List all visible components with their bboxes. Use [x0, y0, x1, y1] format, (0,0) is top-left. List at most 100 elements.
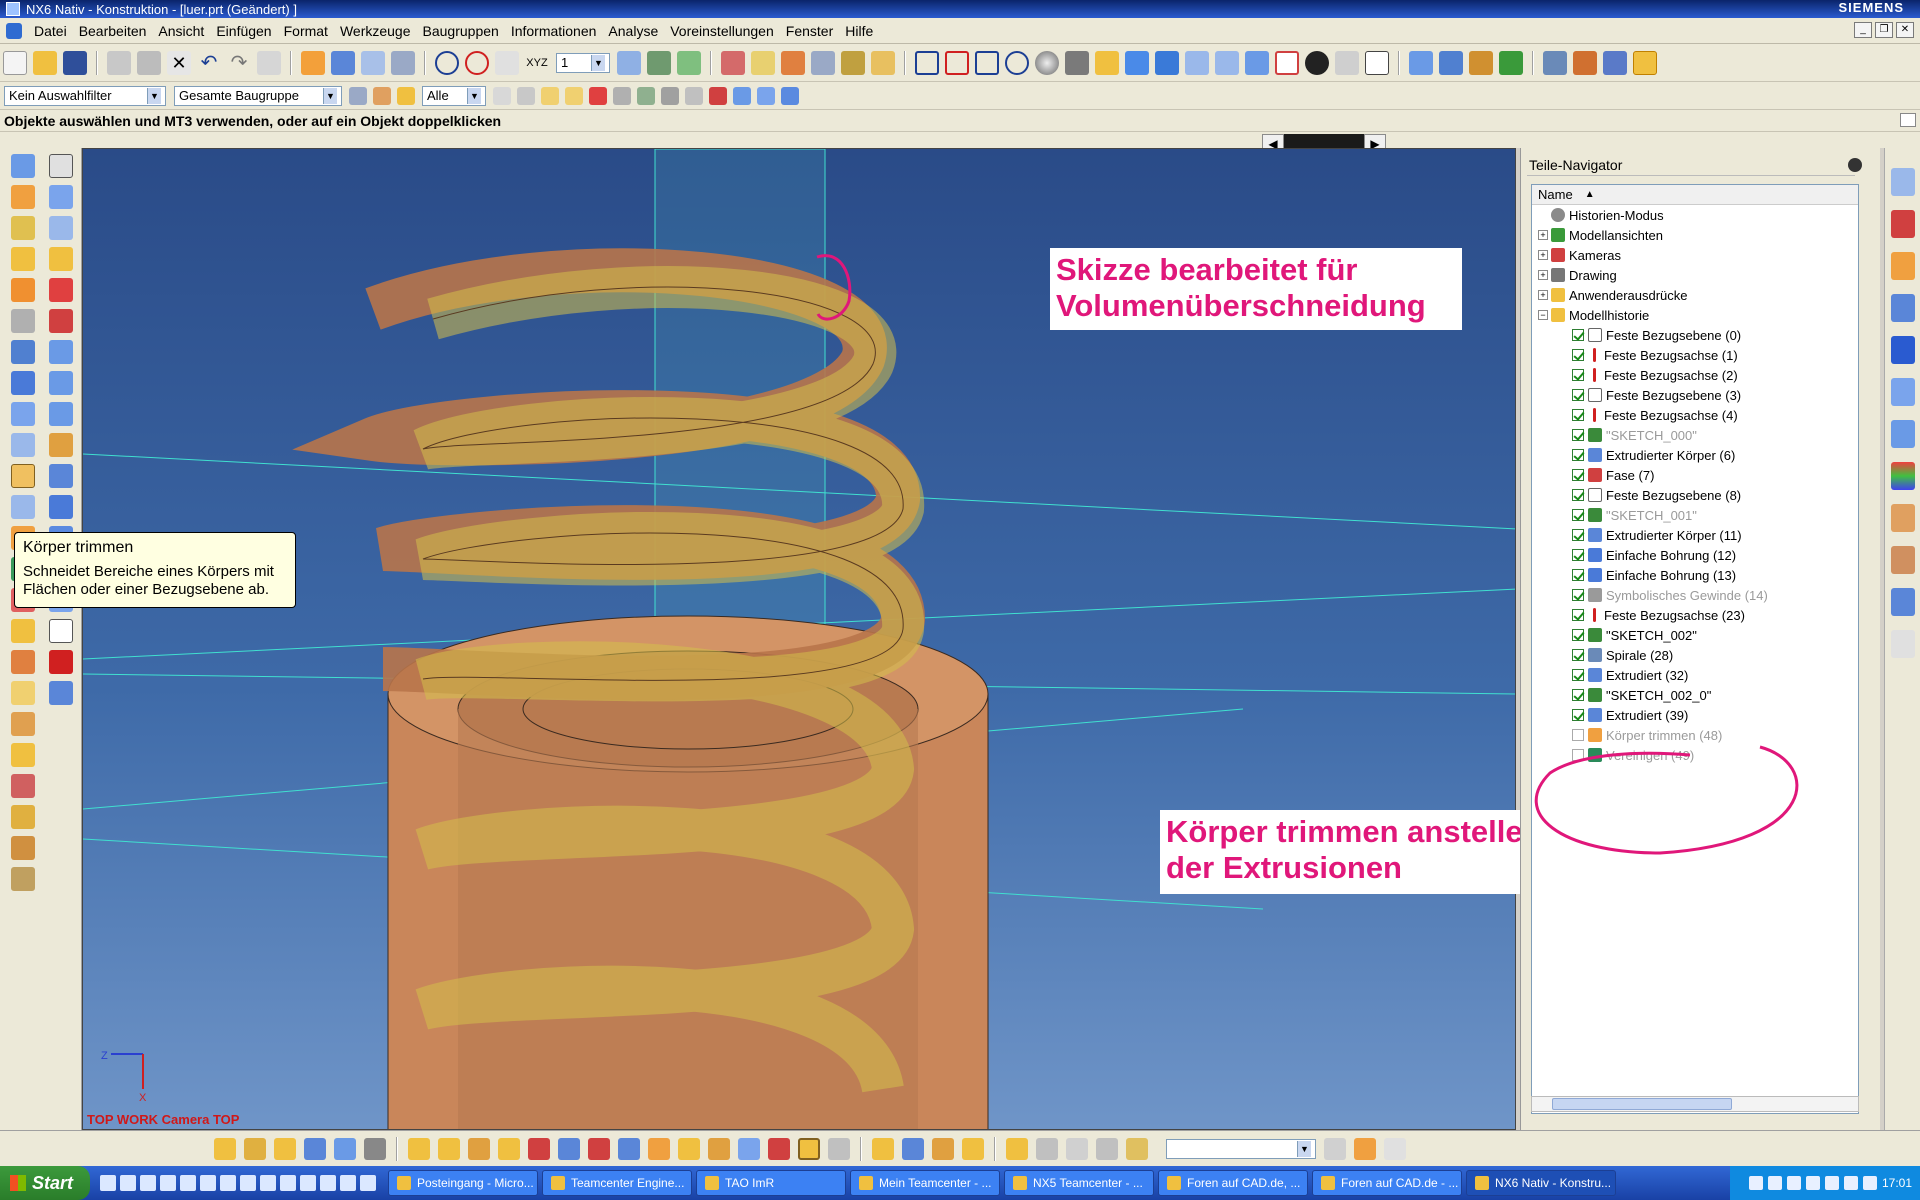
scroll-thumb[interactable]	[1552, 1098, 1732, 1110]
analysis-icon[interactable]	[811, 50, 835, 75]
menu-datei[interactable]: Datei	[28, 23, 73, 39]
quicklaunch-icon[interactable]	[300, 1175, 316, 1191]
show-hide-icon[interactable]	[1006, 1137, 1028, 1160]
history-feature-row[interactable]: "SKETCH_001"	[1532, 505, 1858, 525]
snap-quadrant-icon[interactable]	[558, 1137, 580, 1160]
snap-point-icon[interactable]	[373, 86, 391, 105]
sketch-tool-icon[interactable]	[49, 154, 73, 178]
close-icon[interactable]: ✕	[1896, 22, 1914, 38]
checkbox[interactable]	[1572, 329, 1584, 341]
history-feature-row[interactable]: Fase (7)	[1532, 465, 1858, 485]
quicklaunch-icon[interactable]	[120, 1175, 136, 1191]
help-tab-icon[interactable]	[1890, 336, 1915, 364]
quicklaunch-icon[interactable]	[220, 1175, 236, 1191]
mirror-tool-icon[interactable]	[11, 867, 35, 891]
zoom-icon[interactable]	[945, 50, 969, 75]
quicklaunch-icon[interactable]	[200, 1175, 216, 1191]
wcs-rotate-icon[interactable]	[495, 50, 519, 75]
snap-active-icon[interactable]	[798, 1137, 820, 1160]
history-feature-row[interactable]: Extrudiert (32)	[1532, 665, 1858, 685]
open-folder-icon[interactable]	[33, 50, 57, 75]
snap-control-icon[interactable]	[468, 1137, 490, 1160]
history-feature-row[interactable]: Feste Bezugsebene (0)	[1532, 325, 1858, 345]
quicklaunch-icon[interactable]	[160, 1175, 176, 1191]
taskbar-button[interactable]: Foren auf CAD.de, ...	[1158, 1170, 1308, 1196]
tangent-snap-icon[interactable]	[637, 86, 655, 105]
history-feature-row[interactable]: Symbolisches Gewinde (14)	[1532, 585, 1858, 605]
render-style-icon[interactable]	[1065, 50, 1089, 75]
wcs-dynamic-icon[interactable]	[465, 50, 489, 75]
select-all-icon[interactable]	[902, 1137, 924, 1160]
menu-fenster[interactable]: Fenster	[780, 23, 839, 39]
quicklaunch-icon[interactable]	[360, 1175, 376, 1191]
select-feature-icon[interactable]	[214, 1137, 236, 1160]
checkbox[interactable]	[1572, 609, 1584, 621]
history-tab-icon[interactable]	[1890, 378, 1915, 406]
delete-icon[interactable]: ✕	[167, 50, 191, 75]
copy-icon[interactable]	[107, 50, 131, 75]
chevron-down-icon[interactable]: ▼	[323, 87, 337, 104]
reuse-library-tab-icon[interactable]	[1890, 294, 1915, 322]
chevron-down-icon[interactable]: ▼	[147, 87, 161, 104]
curve-analysis-icon[interactable]	[1384, 1137, 1406, 1160]
move-to-layer-icon[interactable]	[647, 50, 671, 75]
visualization-tab-icon[interactable]	[1890, 462, 1915, 490]
background-icon[interactable]	[1365, 50, 1389, 75]
bottom-filter-select[interactable]: ▼	[1166, 1138, 1316, 1159]
checkout-icon[interactable]	[1603, 50, 1627, 75]
quicklaunch-icon[interactable]	[280, 1175, 296, 1191]
boss-tool-icon[interactable]	[11, 371, 35, 395]
checkbox[interactable]	[1572, 629, 1584, 641]
history-feature-row[interactable]: Spirale (28)	[1532, 645, 1858, 665]
thread-tool-icon[interactable]	[11, 309, 35, 333]
tree-node[interactable]: + Anwenderausdrücke	[1532, 285, 1858, 305]
roles-tab-icon[interactable]	[1890, 504, 1915, 532]
navigator-column-header[interactable]: Name ▲	[1532, 185, 1858, 205]
checkbox[interactable]	[1572, 389, 1584, 401]
tray-icon[interactable]	[1862, 1176, 1877, 1190]
view-snap-icon[interactable]	[733, 86, 751, 105]
datum-plane-tool-icon[interactable]	[49, 185, 73, 209]
vector-tool-icon[interactable]	[49, 650, 73, 674]
datum-csys-tool-icon[interactable]	[49, 247, 73, 271]
snap-intersection-icon[interactable]	[498, 1137, 520, 1160]
menu-bearbeiten[interactable]: Bearbeiten	[73, 23, 153, 39]
menu-ansicht[interactable]: Ansicht	[152, 23, 210, 39]
center-snap-icon[interactable]	[613, 86, 631, 105]
intersection-curve-tool-icon[interactable]	[49, 464, 73, 488]
view-front-icon[interactable]	[1215, 50, 1239, 75]
start-button[interactable]: Start	[0, 1166, 90, 1200]
type-filter-select[interactable]: Kein Auswahlfilter ▼	[4, 85, 166, 106]
taskbar-button[interactable]: Teamcenter Engine...	[542, 1170, 692, 1196]
save-icon[interactable]	[63, 50, 87, 75]
history-feature-row[interactable]: Feste Bezugsachse (4)	[1532, 405, 1858, 425]
history-feature-row[interactable]: Extrudierter Körper (6)	[1532, 445, 1858, 465]
trim-body-tool-icon[interactable]	[11, 464, 35, 488]
menu-informationen[interactable]: Informationen	[505, 23, 603, 39]
move-object-icon[interactable]	[1354, 1137, 1376, 1160]
teamcenter-icon[interactable]	[1543, 50, 1567, 75]
web-browser-tab-icon[interactable]	[1890, 588, 1915, 616]
xyz-icon[interactable]: XYZ	[525, 51, 549, 75]
tray-icon[interactable]	[1843, 1176, 1858, 1190]
expand-icon[interactable]: +	[1538, 250, 1548, 260]
quicklaunch-icon[interactable]	[340, 1175, 356, 1191]
sketch-pencil-icon[interactable]	[871, 50, 895, 75]
tray-icon[interactable]	[1786, 1176, 1801, 1190]
chamfer-tool-icon[interactable]	[11, 650, 35, 674]
tree-node[interactable]: + Kameras	[1532, 245, 1858, 265]
select-face-icon[interactable]	[244, 1137, 266, 1160]
assembly-navigator-tab-icon[interactable]	[1890, 168, 1915, 196]
view-top-icon[interactable]	[1185, 50, 1209, 75]
split-body-tool-icon[interactable]	[11, 495, 35, 519]
select-component-icon[interactable]	[334, 1137, 356, 1160]
checkbox[interactable]	[1572, 589, 1584, 601]
revolve-tool-icon[interactable]	[11, 185, 35, 209]
checkbox[interactable]	[1572, 709, 1584, 721]
expand-icon[interactable]: −	[1538, 310, 1548, 320]
scope-select[interactable]: Gesamte Baugruppe ▼	[174, 85, 342, 106]
edge-blend-tool-icon[interactable]	[11, 619, 35, 643]
constraint-navigator-tab-icon[interactable]	[1890, 210, 1915, 238]
menu-einfuegen[interactable]: Einfügen	[210, 23, 277, 39]
quicklaunch-icon[interactable]	[180, 1175, 196, 1191]
